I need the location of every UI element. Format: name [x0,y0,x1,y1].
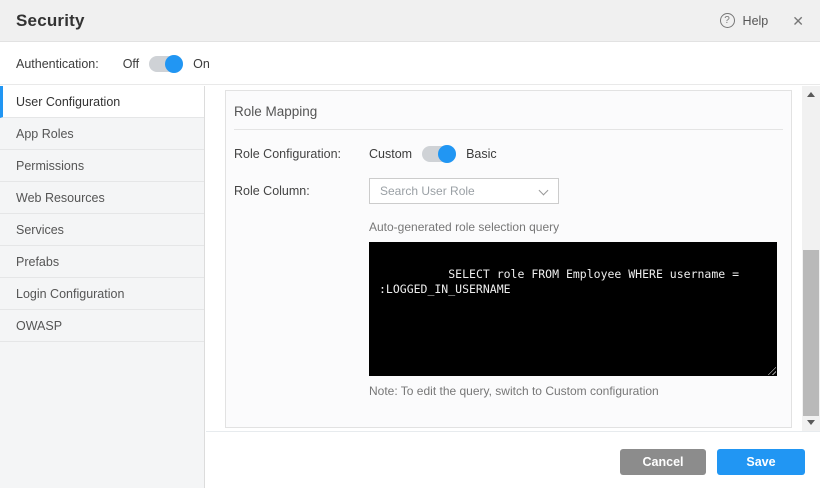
title-divider [234,129,783,130]
authentication-toggle-group: Off On [123,56,210,72]
role-mapping-panel: Role Mapping Role Configuration: Custom … [225,90,792,428]
authentication-label: Authentication: [16,57,99,71]
scrollbar-thumb[interactable] [803,250,819,416]
sidebar-item-user-configuration[interactable]: User Configuration [0,86,204,118]
query-label: Auto-generated role selection query [369,220,777,234]
sidebar-item-services[interactable]: Services [0,214,204,246]
sidebar: User Configuration App Roles Permissions… [0,86,205,488]
scroll-up-icon[interactable] [807,92,815,97]
authentication-bar: Authentication: Off On [0,43,820,85]
page-title: Security [16,11,85,31]
sidebar-item-label: Permissions [16,159,84,173]
cancel-button[interactable]: Cancel [620,449,706,475]
dialog-header: Security ? Help ✕ [0,0,820,42]
chevron-down-icon [539,186,549,196]
role-column-label: Role Column: [234,184,369,198]
authentication-toggle-knob [165,55,183,73]
role-configuration-toggle-group: Custom Basic [369,146,497,162]
query-textarea[interactable]: SELECT role FROM Employee WHERE username… [369,242,777,376]
sidebar-item-app-roles[interactable]: App Roles [0,118,204,150]
close-icon[interactable]: ✕ [792,14,804,28]
save-button[interactable]: Save [717,449,805,475]
custom-label: Custom [369,147,412,161]
authentication-off-label: Off [123,57,139,71]
query-note: Note: To edit the query, switch to Custo… [369,384,777,398]
sidebar-item-label: OWASP [16,319,62,333]
header-actions: ? Help ✕ [720,13,804,28]
sidebar-item-web-resources[interactable]: Web Resources [0,182,204,214]
help-link[interactable]: Help [743,14,769,28]
main-content: Role Mapping Role Configuration: Custom … [206,86,820,488]
help-icon[interactable]: ? [720,13,735,28]
sidebar-item-permissions[interactable]: Permissions [0,150,204,182]
query-row: Auto-generated role selection query SELE… [226,220,791,398]
sidebar-item-label: Web Resources [16,191,105,205]
role-configuration-toggle-knob [438,145,456,163]
role-column-row: Role Column: Search User Role [226,178,791,204]
role-configuration-toggle[interactable] [422,146,456,162]
query-column: Auto-generated role selection query SELE… [369,220,777,398]
sidebar-item-label: Login Configuration [16,287,124,301]
role-column-dropdown[interactable]: Search User Role [369,178,559,204]
sidebar-item-label: App Roles [16,127,74,141]
sidebar-item-label: Prefabs [16,255,59,269]
query-text: SELECT role FROM Employee WHERE username… [379,267,746,296]
sidebar-item-label: Services [16,223,64,237]
resize-handle[interactable] [766,365,776,375]
footer-actions: Cancel Save [206,432,820,488]
sidebar-item-login-configuration[interactable]: Login Configuration [0,278,204,310]
basic-label: Basic [466,147,497,161]
role-configuration-row: Role Configuration: Custom Basic [226,146,791,162]
sidebar-item-owasp[interactable]: OWASP [0,310,204,342]
role-column-placeholder: Search User Role [380,184,475,198]
authentication-on-label: On [193,57,210,71]
vertical-scrollbar[interactable] [802,86,820,431]
role-mapping-title: Role Mapping [234,104,783,119]
sidebar-item-label: User Configuration [16,95,120,109]
authentication-toggle[interactable] [149,56,183,72]
scroll-down-icon[interactable] [807,420,815,425]
sidebar-item-prefabs[interactable]: Prefabs [0,246,204,278]
role-configuration-label: Role Configuration: [234,147,369,161]
